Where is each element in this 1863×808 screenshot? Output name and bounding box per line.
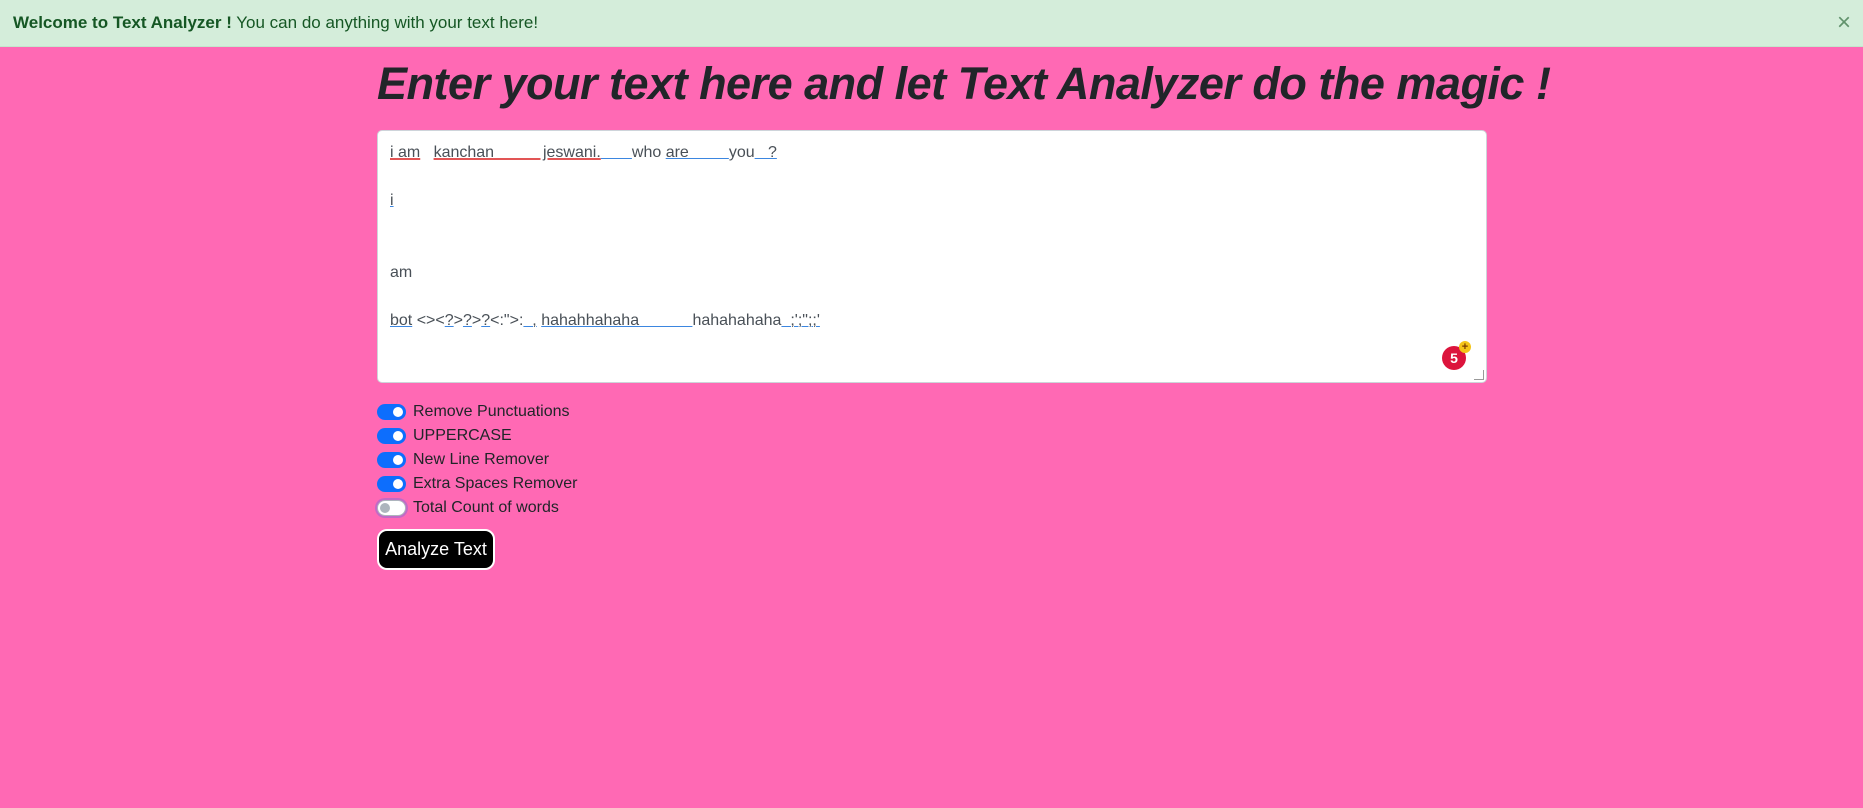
text-line: i — [390, 192, 394, 209]
toggle-switch[interactable] — [377, 476, 406, 492]
text-fragment: , — [523, 312, 537, 329]
text-input[interactable]: i am kanchan jeswani. who are you ? i am… — [377, 130, 1487, 383]
grammar-count: 5 — [1450, 350, 1458, 366]
text-line: am — [390, 264, 413, 281]
text-fragment: are — [665, 144, 729, 161]
text-fragment: you — [728, 144, 755, 161]
toggle-switch[interactable] — [377, 428, 406, 444]
toggle-knob-icon — [393, 407, 403, 417]
grammar-checker-badge[interactable]: 5 + — [1442, 341, 1471, 370]
text-fragment: ? — [462, 312, 472, 329]
text-fragment: kanchan jeswani. — [433, 144, 601, 161]
text-fragment: i am — [390, 144, 421, 161]
analyze-text-button[interactable]: Analyze Text — [377, 529, 495, 570]
toggle-switch[interactable] — [377, 404, 406, 420]
text-fragment: <>< — [412, 312, 445, 329]
page-title: Enter your text here and let Text Analyz… — [377, 58, 1551, 109]
switch-label: Extra Spaces Remover — [413, 475, 578, 492]
switch-label: New Line Remover — [413, 451, 550, 468]
resize-handle-icon[interactable] — [1474, 370, 1484, 380]
text-fragment: > — [453, 312, 463, 329]
switch-remove-punctuations[interactable]: Remove Punctuations — [377, 400, 578, 424]
text-fragment: > — [471, 312, 482, 329]
plus-icon: + — [1459, 341, 1471, 353]
text-fragment: who — [631, 144, 666, 161]
toggle-knob-icon — [393, 455, 403, 465]
switch-label: Remove Punctuations — [413, 403, 570, 420]
text-fragment: ? — [444, 312, 454, 329]
alert-title: Welcome to Text Analyzer ! — [13, 13, 232, 32]
text-fragment: bot — [390, 312, 413, 329]
text-fragment: hahahhahaha — [541, 312, 693, 329]
switch-label: Total Count of words — [413, 499, 559, 516]
welcome-alert: Welcome to Text Analyzer ! You can do an… — [0, 0, 1863, 47]
text-fragment: hahahahaha — [692, 312, 782, 329]
switch-label: UPPERCASE — [413, 427, 512, 444]
switch-extra-spaces-remover[interactable]: Extra Spaces Remover — [377, 472, 578, 496]
close-icon[interactable]: × — [1837, 0, 1851, 46]
text-fragment: ? — [481, 312, 491, 329]
text-fragment — [601, 144, 632, 161]
toggle-knob-icon — [393, 479, 403, 489]
toggle-knob-icon — [393, 431, 403, 441]
toggle-knob-icon — [380, 503, 390, 513]
switch-total-count-words[interactable]: Total Count of words — [377, 496, 578, 520]
toggle-switch[interactable] — [377, 452, 406, 468]
switch-uppercase[interactable]: UPPERCASE — [377, 424, 578, 448]
text-fragment: ;';";;' — [781, 312, 820, 329]
text-fragment — [420, 144, 433, 161]
toggle-switch[interactable] — [377, 500, 406, 516]
text-fragment: <:">: — [490, 312, 524, 329]
options-switches: Remove Punctuations UPPERCASE New Line R… — [377, 400, 578, 520]
switch-new-line-remover[interactable]: New Line Remover — [377, 448, 578, 472]
text-fragment: ? — [754, 144, 777, 161]
alert-message: You can do anything with your text here! — [231, 13, 539, 32]
